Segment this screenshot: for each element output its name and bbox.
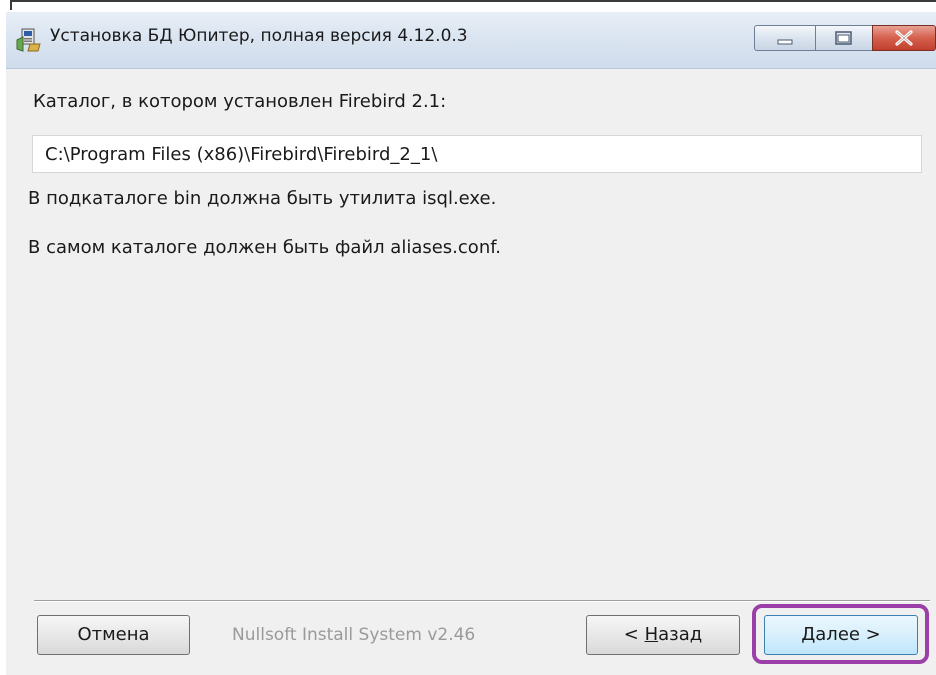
minimize-button[interactable] (754, 25, 816, 51)
window-behind-edge (10, 0, 936, 10)
next-button[interactable]: Далее > (764, 615, 918, 655)
maximize-icon (835, 31, 852, 45)
back-button-label: < Назад (623, 624, 703, 645)
screenshot: Установка БД Юпитер, полная версия 4.12.… (0, 0, 936, 675)
access-key-letter: Н (644, 624, 659, 645)
maximize-button[interactable] (815, 25, 873, 51)
title-bar[interactable]: Установка БД Юпитер, полная версия 4.12.… (6, 12, 936, 69)
next-button-label: Далее > (801, 624, 881, 645)
installer-app-icon (16, 28, 41, 52)
installer-window: Установка БД Юпитер, полная версия 4.12.… (6, 12, 936, 675)
install-dir-input[interactable] (32, 135, 922, 173)
footer-separator (34, 600, 930, 602)
dialog-content: Каталог, в котором установлен Firebird 2… (6, 69, 936, 675)
hint-aliases-text: В самом каталоге должен быть файл aliase… (28, 237, 501, 258)
hint-bin-text: В подкаталоге bin должна быть утилита is… (28, 188, 497, 209)
window-title: Установка БД Юпитер, полная версия 4.12.… (50, 26, 468, 46)
close-button[interactable] (872, 25, 936, 51)
back-button[interactable]: < Назад (586, 615, 740, 655)
access-key-letter: Д (801, 624, 816, 645)
install-dir-prompt: Каталог, в котором установлен Firebird 2… (33, 91, 447, 112)
minimize-icon (777, 39, 793, 45)
cancel-button[interactable]: Отмена (37, 615, 190, 655)
close-icon (895, 30, 913, 46)
nsis-branding-text: Nullsoft Install System v2.46 (232, 625, 476, 645)
